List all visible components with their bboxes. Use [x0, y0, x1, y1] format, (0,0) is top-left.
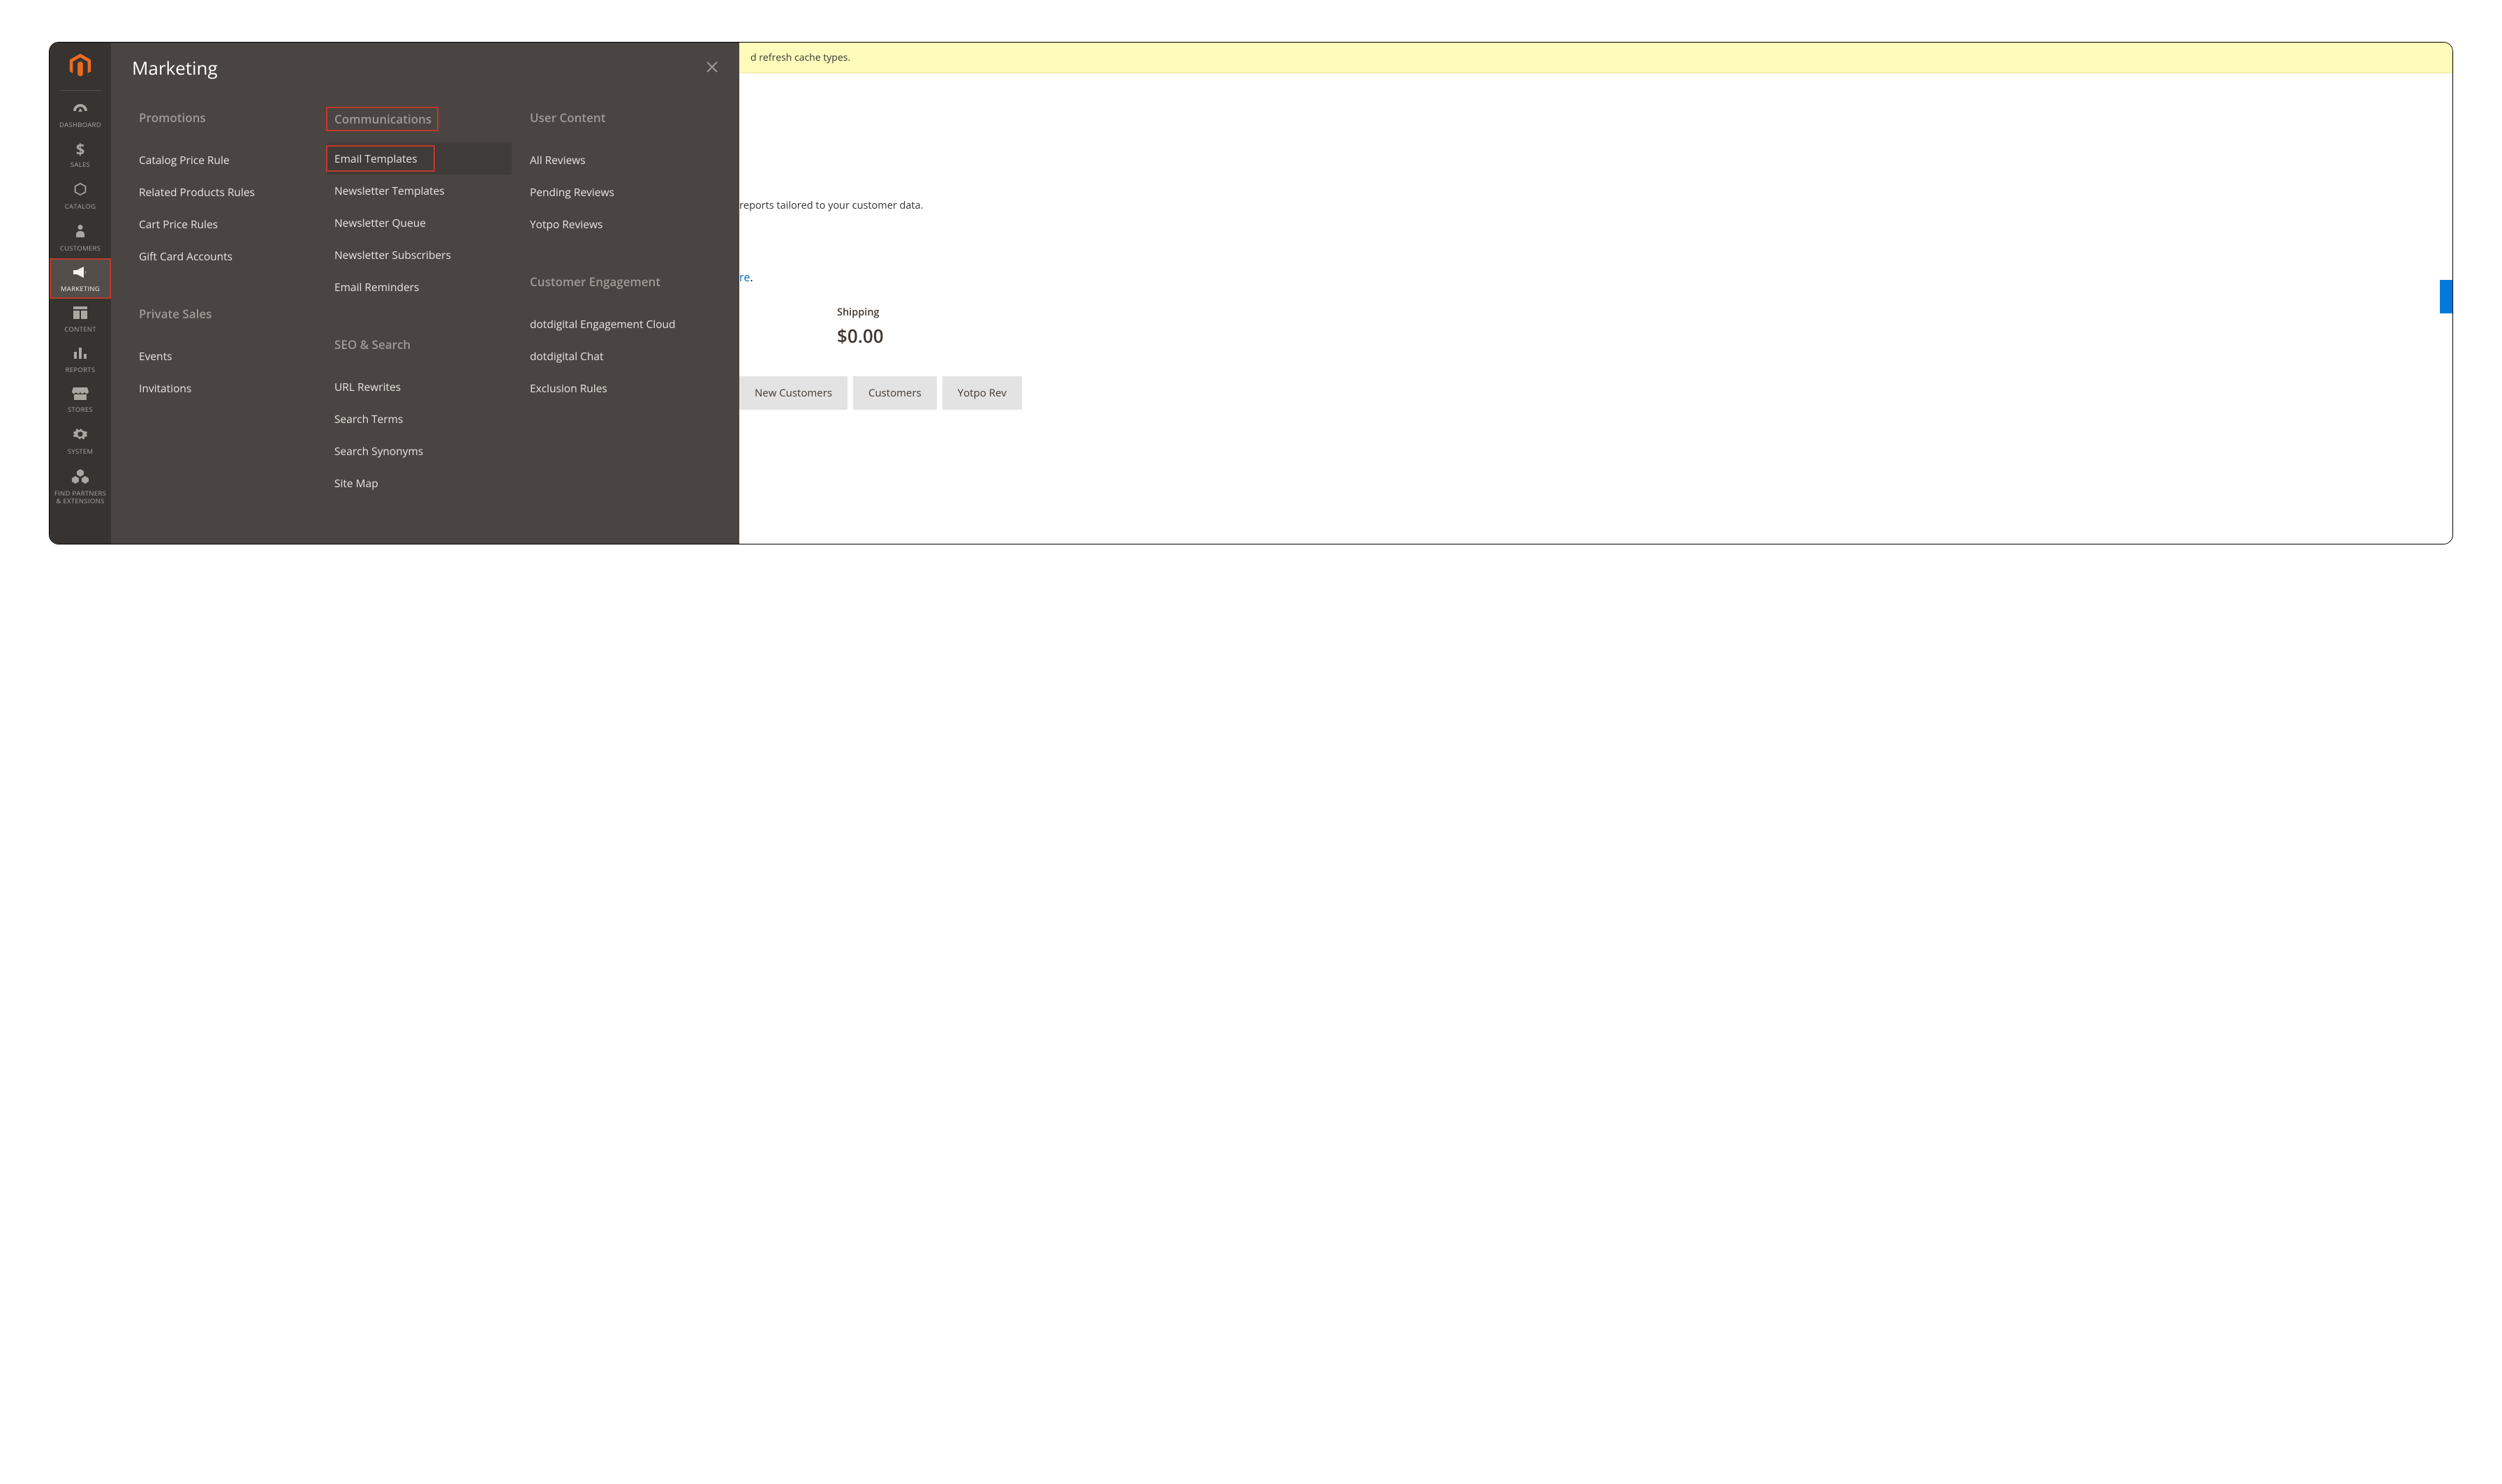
nav-label: CATALOG	[65, 203, 96, 211]
cubes-icon	[72, 468, 89, 486]
learn-more-row: re.	[739, 212, 2452, 285]
flyout-title: Marketing	[132, 55, 218, 80]
link-events[interactable]: Events	[132, 340, 316, 372]
link-gift-card-accounts[interactable]: Gift Card Accounts	[132, 240, 316, 272]
flyout-column-3: User Content All Reviews Pending Reviews…	[523, 107, 718, 499]
nav-label: REPORTS	[66, 366, 96, 374]
nav-label: STORES	[68, 406, 93, 414]
tab-yotpo-reviews[interactable]: Yotpo Rev	[942, 376, 1022, 410]
learn-more-link[interactable]: re	[739, 269, 750, 285]
link-url-rewrites[interactable]: URL Rewrites	[327, 371, 512, 403]
link-newsletter-subscribers[interactable]: Newsletter Subscribers	[327, 239, 512, 271]
section-promotions: Promotions	[132, 107, 212, 128]
nav-label: DASHBOARD	[59, 121, 101, 129]
section-customer-engagement: Customer Engagement	[523, 271, 666, 292]
nav-marketing[interactable]: MARKETING	[50, 258, 111, 299]
section-user-content: User Content	[523, 107, 611, 128]
link-email-reminders[interactable]: Email Reminders	[327, 271, 512, 303]
blue-accent	[2440, 280, 2452, 313]
link-newsletter-queue[interactable]: Newsletter Queue	[327, 207, 512, 239]
section-communications: Communications	[326, 107, 438, 131]
admin-sidebar: DASHBOARD $ SALES CATALOG CUSTOMERS MARK…	[50, 43, 111, 544]
box-icon	[73, 181, 88, 199]
megaphone-icon	[72, 265, 89, 281]
link-site-map[interactable]: Site Map	[327, 467, 512, 499]
nav-label: CUSTOMERS	[60, 245, 101, 253]
dollar-icon: $	[76, 142, 85, 157]
close-icon[interactable]	[706, 59, 718, 77]
nav-partners[interactable]: FIND PARTNERS & EXTENSIONS	[50, 461, 111, 511]
gauge-icon	[72, 102, 89, 117]
nav-label: MARKETING	[61, 285, 100, 293]
nav-content[interactable]: CONTENT	[50, 299, 111, 339]
flyout-column-2: Communications Email Templates Newslette…	[327, 107, 523, 499]
link-search-terms[interactable]: Search Terms	[327, 403, 512, 435]
link-catalog-price-rule[interactable]: Catalog Price Rule	[132, 144, 316, 176]
nav-label: FIND PARTNERS & EXTENSIONS	[52, 490, 108, 505]
link-invitations[interactable]: Invitations	[132, 372, 316, 404]
stat-value: $0.00	[837, 323, 2452, 348]
nav-sales[interactable]: $ SALES	[50, 135, 111, 175]
storefront-icon	[72, 386, 89, 402]
link-yotpo-reviews[interactable]: Yotpo Reviews	[523, 208, 707, 240]
link-cart-price-rules[interactable]: Cart Price Rules	[132, 208, 316, 240]
stat-label: Shipping	[837, 306, 2452, 319]
cache-alert: d refresh cache types.	[739, 43, 2452, 73]
link-search-synonyms[interactable]: Search Synonyms	[327, 435, 512, 467]
nav-dashboard[interactable]: DASHBOARD	[50, 95, 111, 135]
divider	[59, 90, 101, 91]
content-area: d refresh cache types. reports tailored …	[739, 43, 2452, 544]
learn-more-suffix: .	[750, 269, 753, 285]
link-exclusion-rules[interactable]: Exclusion Rules	[523, 372, 707, 404]
reports-text-fragment: reports tailored to your customer data.	[739, 87, 2452, 212]
link-dotdigital-chat[interactable]: dotdigital Chat	[523, 340, 707, 372]
section-seo-search: SEO & Search	[327, 334, 416, 355]
section-private-sales: Private Sales	[132, 303, 217, 325]
magento-logo	[67, 52, 94, 79]
nav-reports[interactable]: REPORTS	[50, 339, 111, 380]
link-email-templates[interactable]: Email Templates	[327, 142, 512, 175]
bars-icon	[73, 346, 88, 362]
nav-system[interactable]: SYSTEM	[50, 420, 111, 461]
link-all-reviews[interactable]: All Reviews	[523, 144, 707, 176]
nav-customers[interactable]: CUSTOMERS	[50, 216, 111, 258]
link-related-products-rules[interactable]: Related Products Rules	[132, 176, 316, 208]
layout-icon	[73, 306, 88, 322]
nav-label: SYSTEM	[68, 448, 94, 456]
stat-shipping: Shipping $0.00	[739, 285, 2452, 376]
link-newsletter-templates[interactable]: Newsletter Templates	[327, 175, 512, 207]
person-icon	[74, 223, 87, 241]
app-frame: DASHBOARD $ SALES CATALOG CUSTOMERS MARK…	[49, 42, 2453, 544]
flyout-column-1: Promotions Catalog Price Rule Related Pr…	[132, 107, 327, 499]
gear-icon	[73, 426, 88, 444]
link-dotdigital-cloud[interactable]: dotdigital Engagement Cloud	[523, 308, 707, 340]
nav-label: CONTENT	[64, 326, 96, 334]
alert-text-fragment: d refresh cache types.	[750, 51, 850, 64]
tab-customers[interactable]: Customers	[853, 376, 937, 410]
link-pending-reviews[interactable]: Pending Reviews	[523, 176, 707, 208]
tab-new-customers[interactable]: New Customers	[739, 376, 847, 410]
tabs-row: New Customers Customers Yotpo Rev	[739, 376, 2452, 410]
nav-catalog[interactable]: CATALOG	[50, 175, 111, 216]
marketing-flyout: Marketing Promotions Catalog Price Rule …	[111, 43, 739, 544]
nav-label: SALES	[71, 161, 90, 169]
nav-stores[interactable]: STORES	[50, 379, 111, 420]
